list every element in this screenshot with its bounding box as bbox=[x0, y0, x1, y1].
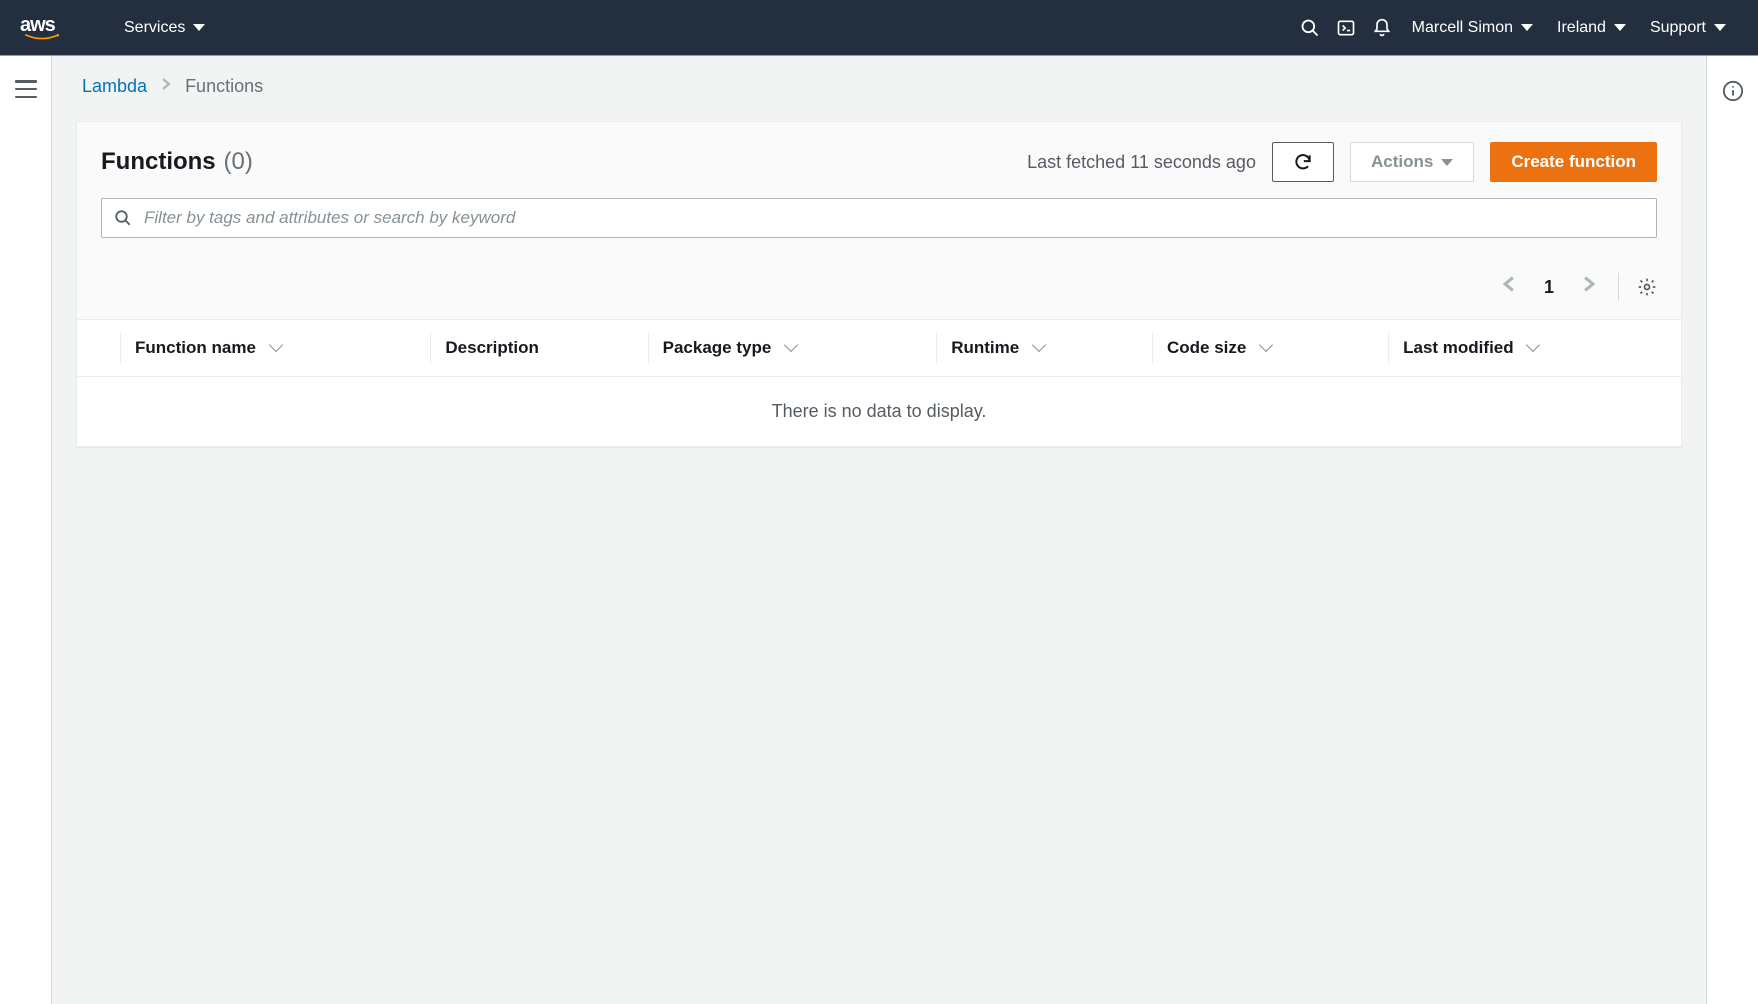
caret-down-icon bbox=[1614, 24, 1626, 31]
pagination-bar: 1 bbox=[77, 255, 1681, 319]
info-icon[interactable] bbox=[1722, 80, 1744, 102]
region-label: Ireland bbox=[1557, 19, 1606, 37]
left-sidebar-rail bbox=[0, 56, 52, 1004]
panel-count: (0) bbox=[224, 148, 253, 175]
select-all-header[interactable] bbox=[77, 320, 121, 377]
username-label: Marcell Simon bbox=[1412, 19, 1513, 37]
aws-smile-icon bbox=[20, 33, 64, 41]
account-menu[interactable]: Marcell Simon bbox=[1400, 11, 1545, 45]
panel-title: Functions bbox=[101, 148, 216, 175]
page-next-button[interactable] bbox=[1578, 271, 1600, 303]
top-navigation: aws Services Marcell Simon Ireland Suppo… bbox=[0, 0, 1758, 56]
chevron-right-icon bbox=[161, 77, 171, 96]
col-package-type[interactable]: Package type bbox=[649, 320, 938, 377]
breadcrumb-service-link[interactable]: Lambda bbox=[82, 76, 147, 97]
breadcrumb: Lambda Functions bbox=[76, 76, 1682, 97]
page-prev-button[interactable] bbox=[1498, 271, 1520, 303]
caret-down-icon bbox=[1714, 24, 1726, 31]
create-function-label: Create function bbox=[1511, 152, 1636, 172]
functions-table: Function name Description Package type R… bbox=[77, 319, 1681, 446]
sort-icon bbox=[1526, 338, 1540, 352]
aws-logo-text: aws bbox=[20, 15, 64, 35]
actions-label: Actions bbox=[1371, 152, 1433, 172]
support-label: Support bbox=[1650, 19, 1706, 37]
page-number: 1 bbox=[1538, 277, 1560, 298]
actions-button[interactable]: Actions bbox=[1350, 142, 1474, 182]
search-icon[interactable] bbox=[1292, 10, 1328, 46]
search-icon bbox=[114, 209, 132, 227]
support-menu[interactable]: Support bbox=[1638, 11, 1738, 45]
last-fetched-text: Last fetched 11 seconds ago bbox=[1027, 152, 1256, 173]
region-menu[interactable]: Ireland bbox=[1545, 11, 1638, 45]
col-code-size[interactable]: Code size bbox=[1153, 320, 1389, 377]
caret-down-icon bbox=[1441, 159, 1453, 166]
empty-message: There is no data to display. bbox=[77, 377, 1681, 447]
aws-logo[interactable]: aws bbox=[20, 15, 64, 41]
panel-title-group: Functions (0) bbox=[101, 148, 253, 176]
caret-down-icon bbox=[1521, 24, 1533, 31]
col-runtime[interactable]: Runtime bbox=[937, 320, 1153, 377]
col-description[interactable]: Description bbox=[431, 320, 648, 377]
settings-button[interactable] bbox=[1637, 277, 1657, 297]
search-input[interactable] bbox=[144, 208, 1644, 228]
services-menu[interactable]: Services bbox=[112, 11, 217, 45]
sort-icon bbox=[784, 338, 798, 352]
caret-down-icon bbox=[193, 24, 205, 31]
services-label: Services bbox=[124, 19, 185, 37]
main-content: Lambda Functions Functions (0) Last fetc… bbox=[52, 56, 1706, 1004]
cloudshell-icon[interactable] bbox=[1328, 10, 1364, 46]
col-function-name[interactable]: Function name bbox=[121, 320, 431, 377]
functions-panel: Functions (0) Last fetched 11 seconds ag… bbox=[76, 121, 1682, 447]
hamburger-icon[interactable] bbox=[15, 80, 37, 98]
sort-icon bbox=[1259, 338, 1273, 352]
breadcrumb-current: Functions bbox=[185, 76, 263, 97]
empty-state-row: There is no data to display. bbox=[77, 377, 1681, 447]
right-info-rail bbox=[1706, 56, 1758, 1004]
refresh-button[interactable] bbox=[1272, 142, 1334, 182]
col-last-modified[interactable]: Last modified bbox=[1389, 320, 1681, 377]
sort-icon bbox=[1032, 338, 1046, 352]
sort-icon bbox=[269, 338, 283, 352]
search-box[interactable] bbox=[101, 198, 1657, 238]
refresh-icon bbox=[1293, 152, 1313, 172]
divider bbox=[1618, 273, 1619, 301]
notifications-icon[interactable] bbox=[1364, 10, 1400, 46]
create-function-button[interactable]: Create function bbox=[1490, 142, 1657, 182]
